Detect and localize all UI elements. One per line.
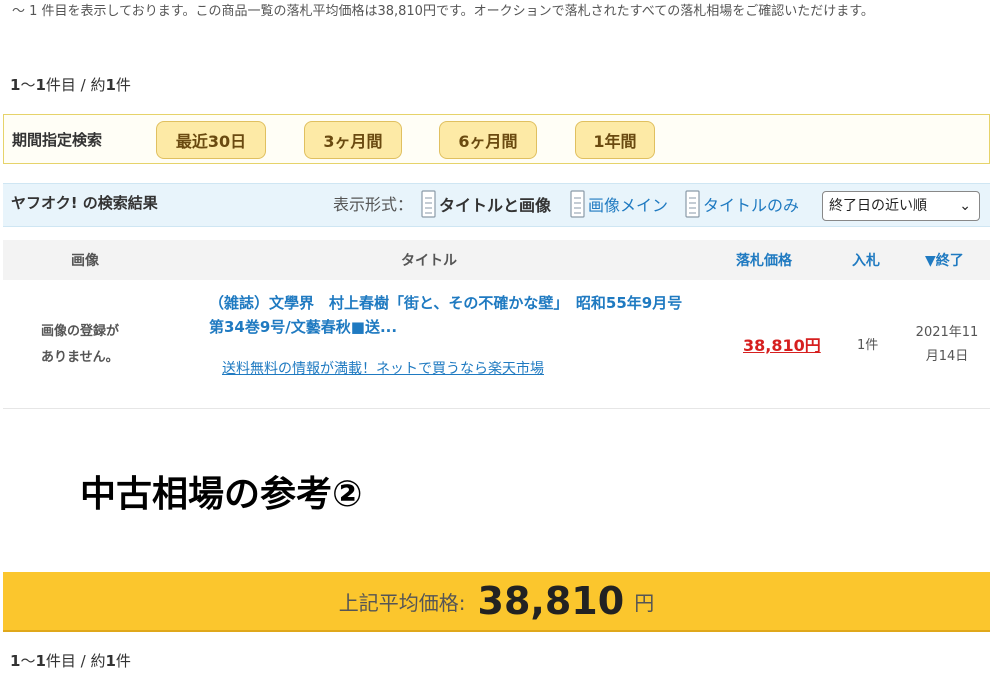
- document-icon: [685, 190, 700, 218]
- period-30days-button[interactable]: 最近30日: [156, 121, 266, 159]
- period-6months-button[interactable]: 6ヶ月間: [439, 121, 537, 159]
- view-title-only-label: タイトルのみ: [703, 196, 800, 215]
- table-row: 画像の登録が ありません。 （雑誌）文學界 村上春樹「街と、その不確かな壁」 昭…: [3, 281, 990, 409]
- no-image-text: 画像の登録が ありません。: [41, 324, 120, 365]
- count-start: 1: [10, 76, 21, 94]
- item-title-link[interactable]: （雑誌）文學界 村上春樹「街と、その不確かな壁」 昭和55年9月号 第34巻9号…: [209, 291, 699, 339]
- count-suffix: 件: [115, 76, 131, 94]
- view-title-only[interactable]: タイトルのみ: [685, 190, 799, 218]
- section-heading: 中古相場の参考②: [80, 474, 363, 515]
- item-end-date: 2021年11月14日: [915, 325, 979, 364]
- view-title-and-image-label: タイトルと画像: [439, 196, 552, 215]
- item-bids: 1件: [857, 338, 879, 353]
- table-header: 画像 タイトル 落札価格 入札 ▼終了: [3, 240, 990, 280]
- count-total: 1: [105, 76, 116, 94]
- result-count-bottom: 1〜1件目 / 約1件: [10, 650, 131, 671]
- count-suffix: 件: [115, 652, 131, 670]
- header-end[interactable]: ▼終了: [925, 250, 964, 270]
- count-end: 1: [35, 76, 46, 94]
- results-bar: ヤフオク! の検索結果 表示形式： タイトルと画像 画像メイン タイトルのみ 終…: [3, 183, 990, 227]
- intro-text: ～ 1 件目を表示しております。この商品一覧の落札平均価格は38,810円です。…: [12, 4, 874, 19]
- results-title: ヤフオク! の検索結果: [11, 194, 158, 212]
- average-value: 38,810: [477, 579, 625, 623]
- rakuten-ad-link[interactable]: 送料無料の情報が満載！ネットで買うなら楽天市場: [222, 358, 544, 378]
- count-separator: 〜: [20, 76, 36, 94]
- count-total: 1: [105, 652, 116, 670]
- count-start: 1: [10, 652, 21, 670]
- count-mid: 件目 / 約: [45, 76, 106, 94]
- document-icon: [421, 190, 436, 218]
- view-title-and-image[interactable]: タイトルと画像: [421, 190, 551, 218]
- item-price[interactable]: 38,810円: [743, 332, 821, 356]
- period-1year-button[interactable]: 1年間: [575, 121, 655, 159]
- count-separator: 〜: [20, 652, 36, 670]
- view-format-label: 表示形式：: [333, 195, 414, 214]
- sort-selected-value: 終了日の近い順: [829, 198, 927, 214]
- view-image-main-label: 画像メイン: [588, 196, 669, 215]
- average-label: 上記平均価格:: [338, 590, 466, 615]
- no-image-placeholder: 画像の登録が ありません。: [41, 319, 141, 371]
- view-image-main[interactable]: 画像メイン: [570, 190, 668, 218]
- document-icon: [570, 190, 585, 218]
- average-unit: 円: [634, 590, 655, 615]
- period-search-label: 期間指定検索: [12, 131, 103, 149]
- count-mid: 件目 / 約: [45, 652, 106, 670]
- average-price-bar: 上記平均価格: 38,810 円: [3, 572, 990, 632]
- header-bids[interactable]: 入札: [852, 250, 880, 270]
- sort-select[interactable]: 終了日の近い順 ⌄: [822, 191, 980, 221]
- header-image: 画像: [71, 253, 99, 269]
- count-end: 1: [35, 652, 46, 670]
- header-title: タイトル: [401, 253, 457, 269]
- result-count-top: 1〜1件目 / 約1件: [10, 74, 131, 95]
- period-search-box: 期間指定検索 最近30日 3ヶ月間 6ヶ月間 1年間: [3, 114, 990, 164]
- header-price[interactable]: 落札価格: [736, 250, 792, 270]
- period-3months-button[interactable]: 3ヶ月間: [304, 121, 402, 159]
- chevron-down-icon: ⌄: [959, 198, 971, 214]
